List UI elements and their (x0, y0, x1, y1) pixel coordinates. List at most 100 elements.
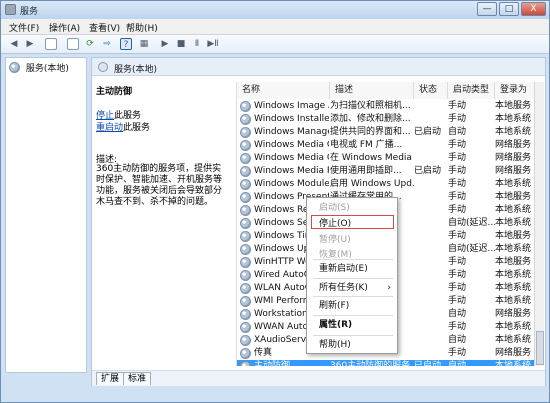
minimize-button[interactable]: — (477, 2, 497, 16)
forward-icon[interactable]: ▶ (24, 38, 36, 50)
service-status (414, 191, 448, 204)
gear-icon (240, 361, 251, 366)
pause-service-icon[interactable]: Ⅱ (191, 38, 203, 50)
view-icon[interactable]: ▦ (138, 38, 150, 50)
refresh-icon[interactable]: ⟳ (84, 38, 96, 50)
tree-services-local-label: 服务(本地) (25, 64, 69, 74)
service-status (414, 204, 448, 217)
service-logon: 网络服务 (495, 140, 532, 150)
service-status (414, 321, 448, 334)
service-desc: 360主动防御的服务... (330, 361, 414, 366)
menu-separator (313, 296, 393, 297)
menu-separator (313, 278, 393, 279)
maximize-button[interactable]: □ (499, 2, 519, 16)
gear-icon (240, 348, 251, 359)
restart-service-suffix: 此服务 (123, 123, 151, 133)
gear-icon (240, 127, 251, 138)
service-status (414, 308, 448, 321)
service-row[interactable]: Windows Module...启用 Windows Upd... 手动 本地系统 (237, 178, 536, 191)
service-desc: 使用通用即插即... (330, 166, 402, 176)
service-logon: 本地系统 (495, 179, 532, 189)
back-icon[interactable]: ◀ (8, 38, 20, 50)
context-menu-item[interactable]: 属性(R) (319, 318, 393, 333)
context-menu-item[interactable]: 重新启动(E) (319, 262, 393, 277)
menu-view[interactable]: 查看(V) (89, 21, 120, 34)
service-startup: 手动 (448, 322, 467, 332)
service-status (414, 113, 448, 126)
service-logon: 本地服务 (495, 192, 532, 202)
context-menu-item[interactable]: 刷新(F) (319, 299, 393, 314)
service-startup: 自动(延迟... (448, 218, 495, 228)
restart-service-icon[interactable]: ▶Ⅱ (207, 38, 219, 50)
gear-icon (240, 114, 251, 125)
service-row[interactable]: Windows Media P...使用通用即插即... 已启动手动 网络服务 (237, 165, 536, 178)
tab-extended[interactable]: 扩展 (96, 372, 125, 385)
context-menu-item: 恢复(M) (319, 248, 393, 263)
stop-service-icon[interactable]: ■ (175, 38, 187, 50)
service-status (414, 334, 448, 347)
restart-service-line: 重启动此服务 (96, 120, 150, 133)
show-console-tree-icon[interactable] (45, 38, 57, 50)
context-menu: 启动(S) 停止(O) 暂停(U) 恢复(M) 重新启动(E) 所有任务(K) › 刷新(F)… (306, 197, 398, 354)
scrollbar-thumb[interactable] (536, 331, 544, 365)
menu-action[interactable]: 操作(A) (49, 21, 80, 34)
service-row[interactable]: Windows Media C...电视或 FM 广播... 手动 网络服务 (237, 139, 536, 152)
help-icon[interactable]: ? (120, 38, 132, 50)
service-startup: 手动 (448, 166, 467, 176)
service-status (414, 269, 448, 282)
context-menu-item[interactable]: 所有任务(K) › (319, 281, 393, 296)
tree-services-local[interactable]: 服务(本地) (9, 60, 69, 74)
context-menu-item[interactable]: 停止(O) (319, 217, 393, 232)
service-name: Windows Image A... (254, 101, 329, 111)
column-description[interactable]: 描述 (330, 82, 414, 99)
context-menu-item[interactable]: 帮助(H) (319, 338, 393, 353)
service-status (414, 295, 448, 308)
service-description-pane: 主动防御 停止此服务 重启动此服务 描述: 360主动防御的服务项，提供实时保护… (94, 84, 234, 363)
service-logon: 本地服务 (495, 231, 532, 241)
service-startup: 手动 (448, 140, 467, 150)
service-status (414, 282, 448, 295)
gear-icon (240, 140, 251, 151)
close-button[interactable]: X (521, 2, 546, 16)
menu-help[interactable]: 帮助(H) (126, 21, 158, 34)
context-menu-label: 帮助(H) (319, 340, 351, 350)
service-logon: 本地系统 (495, 283, 532, 293)
export-list-icon[interactable]: ⇨ (101, 38, 113, 50)
service-logon: 本地系统 (495, 296, 532, 306)
service-startup: 手动 (448, 296, 467, 306)
gear-icon (240, 270, 251, 281)
gear-icon (240, 166, 251, 177)
start-service-icon[interactable]: ▶ (159, 38, 171, 50)
service-row[interactable]: Windows Installer 添加、修改和删除... 手动 本地系统 (237, 113, 536, 126)
gear-icon (240, 205, 251, 216)
service-name: Windows Media C... (254, 140, 329, 150)
service-status (414, 217, 448, 230)
tab-standard[interactable]: 标准 (123, 372, 152, 385)
title-bar: 服务 — □ X (1, 1, 549, 19)
service-startup: 手动 (448, 205, 467, 215)
service-status (414, 152, 448, 165)
service-row[interactable]: Windows Media C...在 Windows Media ... 手动 网… (237, 152, 536, 165)
service-startup: 手动 (448, 179, 467, 189)
menu-file[interactable]: 文件(F) (9, 21, 39, 34)
service-logon: 本地系统 (495, 205, 532, 215)
column-status[interactable]: 状态 (414, 82, 448, 99)
gear-icon (240, 231, 251, 242)
vertical-scrollbar[interactable] (534, 82, 544, 366)
column-name[interactable]: 名称 (237, 82, 330, 99)
column-logon-as[interactable]: 登录为 (495, 82, 536, 99)
column-startup-type[interactable]: 启动类型 (448, 82, 495, 99)
properties-icon[interactable] (67, 38, 79, 50)
service-name: Windows Manage... (254, 127, 329, 137)
service-row[interactable]: Windows Manage...提供共同的界面和...已启动自动 本地系统 (237, 126, 536, 139)
service-status (414, 139, 448, 152)
service-row[interactable]: Windows Image A...为扫描仪和照相机... 手动 本地服务 (237, 100, 536, 113)
restart-service-link[interactable]: 重启动 (96, 123, 123, 133)
gear-icon (240, 257, 251, 268)
selected-service-row[interactable]: 主动防御 360主动防御的服务... 已启动 自动 本地系统 (237, 360, 536, 366)
service-logon: 本地系统 (495, 270, 532, 280)
service-logon: 本地系统 (495, 244, 532, 254)
service-logon: 本地系统 (495, 218, 532, 228)
context-menu-item: 启动(S) (319, 201, 393, 216)
service-name: Windows Installer (254, 114, 329, 124)
